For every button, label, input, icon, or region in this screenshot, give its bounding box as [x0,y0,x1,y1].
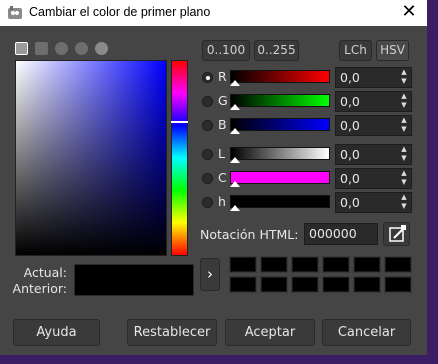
color-dialog: Cambiar el color de primer plano ✕ 0..10… [0,0,427,355]
saturation-value-picker[interactable] [15,60,167,256]
html-notation-label: Notación HTML: [200,227,299,242]
palette-selector-icon[interactable] [95,42,108,55]
range-0-100-button[interactable]: 0..100 [202,40,250,61]
channel-slider-l[interactable] [230,147,330,160]
spin-arrows-icon[interactable]: ▲ ▼ [399,169,409,188]
channel-label-c: C [218,170,227,185]
channel-radio-l[interactable] [202,149,213,160]
channel-label-g: G [218,93,228,108]
previous-color-label: Anterior: [12,281,67,296]
help-button[interactable]: Ayuda [13,319,100,346]
channel-radio-b[interactable] [202,120,213,131]
channel-slider-c[interactable] [230,171,330,184]
history-color-swatch[interactable] [229,276,257,293]
slider-marker-b [230,128,240,134]
gimp-app-icon [8,6,22,19]
channel-value-h[interactable]: 0,0 ▲ ▼ [335,192,412,213]
slider-marker-l [230,157,240,163]
close-icon[interactable]: ✕ [398,2,420,24]
channel-value-text-c: 0,0 [340,171,360,186]
eyedropper-button[interactable] [383,222,410,246]
html-notation-input[interactable]: 000000 [304,223,378,245]
channel-radio-h[interactable] [202,197,213,208]
hsv-button[interactable]: HSV [376,40,409,61]
slider-marker-r [230,80,240,86]
channel-value-text-r: 0,0 [340,70,360,85]
ok-button[interactable]: Aceptar [225,319,315,346]
channel-value-text-b: 0,0 [340,118,360,133]
slider-marker-g [230,104,240,110]
channel-label-h: h [218,194,226,209]
color-swatch [74,264,194,296]
channel-radio-c[interactable] [202,173,213,184]
add-to-history-button[interactable]: › [200,258,220,291]
eyedropper-icon [389,225,406,242]
history-color-swatch[interactable] [229,256,257,273]
reset-button[interactable]: Restablecer [127,319,217,346]
channel-slider-h[interactable] [230,195,330,208]
range-0-255-button[interactable]: 0..255 [254,40,299,61]
history-color-swatch[interactable] [291,276,319,293]
slider-marker-h [230,205,240,211]
channel-value-g[interactable]: 0,0 ▲ ▼ [335,91,412,112]
history-color-swatch[interactable] [353,256,381,273]
window-title: Cambiar el color de primer plano [29,5,211,19]
channel-slider-g[interactable] [230,94,330,107]
channel-value-b[interactable]: 0,0 ▲ ▼ [335,115,412,136]
lch-button[interactable]: LCh [339,40,372,61]
chevron-right-icon: › [207,265,213,283]
spin-arrows-icon[interactable]: ▲ ▼ [399,68,409,87]
slider-marker-c [230,181,240,187]
title-bar: Cambiar el color de primer plano ✕ [0,0,427,26]
channel-label-r: R [218,69,227,84]
channel-value-text-g: 0,0 [340,94,360,109]
history-color-swatch[interactable] [260,276,288,293]
spin-arrows-icon[interactable]: ▲ ▼ [399,92,409,111]
channel-slider-r[interactable] [230,70,330,83]
channel-label-b: B [218,117,227,132]
channel-radio-g[interactable] [202,96,213,107]
spin-arrows-icon[interactable]: ▲ ▼ [399,116,409,135]
current-color-label: Actual: [23,265,67,280]
history-color-swatch[interactable] [322,276,350,293]
history-color-swatch[interactable] [384,256,412,273]
hue-strip[interactable] [171,60,188,256]
hue-marker[interactable] [171,121,188,123]
channel-slider-b[interactable] [230,118,330,131]
channel-value-c[interactable]: 0,0 ▲ ▼ [335,168,412,189]
wheel-selector-icon[interactable] [75,42,88,55]
history-color-swatch[interactable] [384,276,412,293]
history-color-swatch[interactable] [353,276,381,293]
history-color-swatch[interactable] [291,256,319,273]
channel-label-l: L [218,146,225,161]
watercolor-selector-icon[interactable] [55,42,68,55]
channel-value-r[interactable]: 0,0 ▲ ▼ [335,67,412,88]
channel-value-text-l: 0,0 [340,147,360,162]
gimp-selector-icon[interactable] [15,42,28,55]
cancel-button[interactable]: Cancelar [322,319,411,346]
history-color-swatch[interactable] [322,256,350,273]
square-selector-icon[interactable] [35,42,48,55]
channel-value-text-h: 0,0 [340,195,360,210]
history-color-swatch[interactable] [260,256,288,273]
channel-value-l[interactable]: 0,0 ▲ ▼ [335,144,412,165]
channel-radio-r[interactable] [202,72,213,83]
background-desktop-bottom [0,355,438,364]
spin-arrows-icon[interactable]: ▲ ▼ [399,193,409,212]
background-desktop-edge [427,0,438,364]
spin-arrows-icon[interactable]: ▲ ▼ [399,145,409,164]
